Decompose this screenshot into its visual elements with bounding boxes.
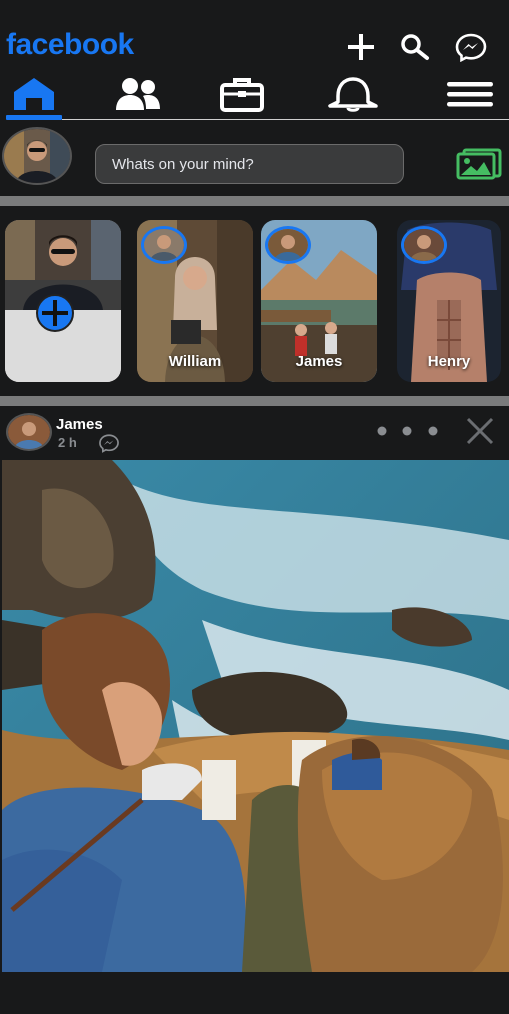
story-name: Henry <box>427 353 471 370</box>
story-create[interactable] <box>5 220 121 382</box>
tab-notifications[interactable] <box>324 70 382 118</box>
menu-icon <box>447 82 493 107</box>
nav-divider <box>62 119 509 120</box>
create-button[interactable] <box>344 32 378 62</box>
search-button[interactable] <box>398 32 432 62</box>
post-author-name[interactable]: James <box>56 416 103 433</box>
bell-icon <box>328 77 378 112</box>
story-card[interactable]: James <box>261 220 377 382</box>
plus-icon <box>348 34 374 60</box>
messenger-icon <box>455 33 487 62</box>
story-name: James <box>295 353 343 370</box>
my-avatar[interactable] <box>2 127 72 185</box>
status-placeholder: Whats on your mind? <box>112 155 254 173</box>
story-name: William <box>168 353 222 370</box>
post-author-avatar[interactable] <box>6 413 52 451</box>
photo-button[interactable] <box>456 148 502 180</box>
tab-marketplace[interactable] <box>214 70 270 118</box>
nav-bar <box>0 70 509 120</box>
section-divider <box>0 396 509 406</box>
home-icon <box>14 78 54 110</box>
section-divider <box>0 196 509 206</box>
friends-icon <box>116 78 160 110</box>
status-input[interactable]: Whats on your mind? <box>95 144 404 184</box>
more-options-button[interactable] <box>372 424 444 438</box>
story-card[interactable]: Henry <box>397 220 501 382</box>
brand-logo: facebook <box>6 28 134 61</box>
story-avatar <box>141 226 187 264</box>
active-tab-indicator <box>6 115 62 120</box>
messenger-button[interactable] <box>454 32 488 62</box>
tab-home[interactable] <box>6 70 62 118</box>
plus-circle-icon <box>42 300 68 326</box>
close-icon <box>466 417 494 445</box>
add-story-button[interactable] <box>36 294 74 332</box>
post-time: 2 h <box>58 435 77 450</box>
story-avatar <box>401 226 447 264</box>
messenger-icon <box>98 433 120 453</box>
photo-icon <box>456 148 502 180</box>
story-card[interactable]: William <box>137 220 253 382</box>
search-icon <box>401 34 429 60</box>
story-avatar <box>265 226 311 264</box>
post-photo[interactable] <box>2 460 509 972</box>
briefcase-icon <box>220 78 264 112</box>
hide-post-button[interactable] <box>464 417 496 445</box>
more-dots-icon <box>377 426 438 436</box>
tab-friends[interactable] <box>110 70 166 118</box>
tab-menu[interactable] <box>442 70 498 118</box>
